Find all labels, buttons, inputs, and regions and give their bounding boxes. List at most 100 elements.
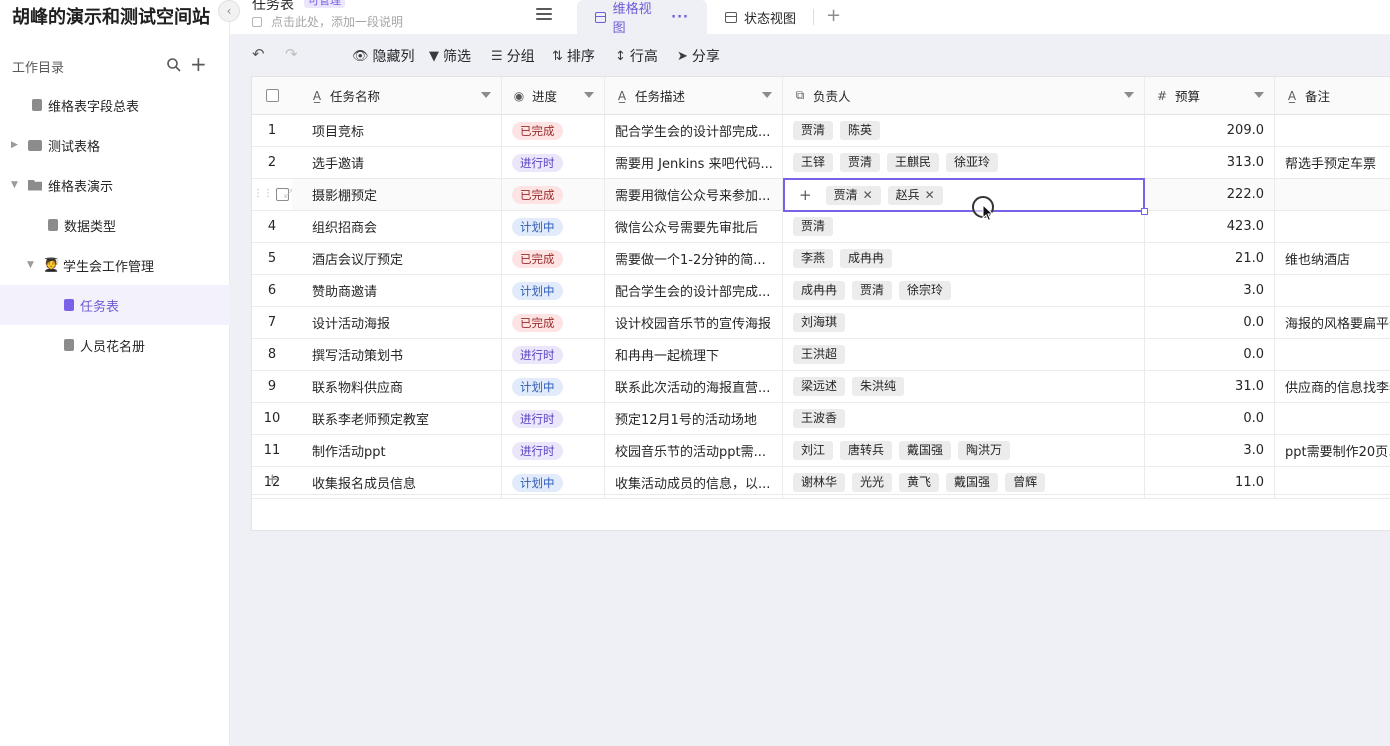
budget-cell[interactable]: 209.0	[1145, 115, 1275, 147]
task-name-cell[interactable]: 组织招商会	[292, 211, 502, 243]
task-desc-cell[interactable]: 联系此次活动的海报直营...	[605, 371, 783, 403]
progress-cell[interactable]: 已完成	[502, 243, 605, 275]
row-index-cell[interactable]: 7	[252, 307, 292, 339]
note-cell[interactable]: 帮选手预定车票	[1275, 147, 1390, 179]
budget-cell[interactable]: 21.0	[1145, 243, 1275, 275]
row-index-cell[interactable]: 4	[252, 211, 292, 243]
add-node-icon[interactable]: +	[190, 52, 207, 76]
collapse-sidebar-button[interactable]: ‹	[218, 0, 240, 22]
add-member-icon[interactable]: +	[799, 186, 812, 204]
task-name-cell[interactable]: 设计活动海报	[292, 307, 502, 339]
select-all-checkbox[interactable]	[265, 89, 279, 102]
group-button[interactable]: ☰ 分组	[491, 46, 535, 66]
hide-columns-button[interactable]: 👁 隐藏列	[352, 46, 415, 66]
sidebar-item-task-table[interactable]: 任务表	[0, 285, 230, 325]
task-desc-cell[interactable]: 设计校园音乐节的宣传海报	[605, 307, 783, 339]
task-name-cell[interactable]: 摄影棚预定	[292, 179, 502, 211]
budget-cell[interactable]: 0.0	[1145, 307, 1275, 339]
owner-cell[interactable]: 成冉冉 贾清 徐宗玲	[783, 275, 1145, 307]
chevron-down-icon[interactable]	[1124, 92, 1134, 98]
redo-icon[interactable]: ↷	[285, 45, 298, 63]
sidebar-item-student-union[interactable]: ▼ 🧑‍🎓 学生会工作管理	[0, 245, 230, 285]
chevron-down-icon[interactable]	[584, 92, 594, 98]
progress-cell[interactable]: 已完成	[502, 307, 605, 339]
remove-member-icon[interactable]: ✕	[863, 188, 873, 202]
task-desc-cell[interactable]: 需要用 Jenkins 来吧代码...	[605, 147, 783, 179]
tab-grid-view[interactable]: 维格视图 ···	[577, 0, 707, 36]
more-icon[interactable]: ···	[671, 10, 689, 25]
sort-button[interactable]: ⇅ 排序	[552, 46, 595, 66]
progress-cell[interactable]: 已完成	[502, 179, 605, 211]
member-tag[interactable]: 贾清 ✕	[825, 185, 881, 205]
owner-cell[interactable]: 贾清	[783, 211, 1145, 243]
note-cell[interactable]	[1275, 403, 1390, 435]
owner-cell[interactable]: 梁远述 朱洪纯	[783, 371, 1145, 403]
caret-right-icon[interactable]: ▶	[11, 140, 21, 150]
row-height-button[interactable]: ↕ 行高	[615, 46, 658, 66]
task-desc-cell[interactable]: 微信公众号需要先审批后	[605, 211, 783, 243]
budget-cell[interactable]: 0.0	[1145, 403, 1275, 435]
sidebar-item-data-types[interactable]: 数据类型	[0, 205, 230, 245]
row-index-cell[interactable]: 9	[252, 371, 292, 403]
task-name-cell[interactable]: 赞助商邀请	[292, 275, 502, 307]
caret-down-icon[interactable]: ▼	[11, 180, 21, 190]
remove-member-icon[interactable]: ✕	[925, 188, 935, 202]
progress-cell[interactable]: 计划中	[502, 371, 605, 403]
caret-down-icon[interactable]: ▼	[27, 260, 37, 270]
task-desc-cell[interactable]: 需要做一个1-2分钟的简...	[605, 243, 783, 275]
owner-cell[interactable]: 刘海琪	[783, 307, 1145, 339]
row-index-cell[interactable]: 2	[252, 147, 292, 179]
chevron-down-icon[interactable]	[481, 92, 491, 98]
owner-cell[interactable]: + 贾清 ✕ 赵兵 ✕	[783, 178, 1145, 212]
row-index-cell[interactable]: 1	[252, 115, 292, 147]
table-title[interactable]: 任务表	[252, 0, 294, 14]
drag-handle-icon[interactable]: ⋮⋮	[253, 188, 273, 199]
progress-cell[interactable]: 已完成	[502, 115, 605, 147]
owner-cell[interactable]: 王波香	[783, 403, 1145, 435]
note-cell[interactable]: 海报的风格要扁平化	[1275, 307, 1390, 339]
progress-cell[interactable]: 进行时	[502, 339, 605, 371]
owner-cell[interactable]: 王铎 贾清 王麒民 徐亚玲	[783, 147, 1145, 179]
menu-icon[interactable]	[536, 8, 552, 22]
sidebar-item-test-tables[interactable]: ▶ 测试表格	[0, 125, 230, 165]
row-index-cell[interactable]: 5	[252, 243, 292, 275]
task-name-cell[interactable]: 撰写活动策划书	[292, 339, 502, 371]
task-desc-cell[interactable]: 预定12月1号的活动场地	[605, 403, 783, 435]
owner-cell[interactable]: 贾清 陈英	[783, 115, 1145, 147]
sidebar-item-roster[interactable]: 人员花名册	[0, 325, 230, 365]
member-tag[interactable]: 赵兵 ✕	[887, 185, 943, 205]
budget-cell[interactable]: 3.0	[1145, 275, 1275, 307]
column-header-name[interactable]: A̲ 任务名称	[292, 77, 502, 115]
tab-status-view[interactable]: 状态视图	[707, 0, 827, 34]
undo-icon[interactable]: ↶	[252, 45, 265, 63]
row-index-cell[interactable]: 8	[252, 339, 292, 371]
column-header-owner[interactable]: ⧉ 负责人	[783, 77, 1145, 115]
budget-cell[interactable]: 423.0	[1145, 211, 1275, 243]
space-title[interactable]: 胡峰的演示和测试空间站	[12, 3, 210, 29]
task-name-cell[interactable]: 联系物料供应商	[292, 371, 502, 403]
select-all-cell[interactable]	[252, 77, 292, 115]
chevron-down-icon[interactable]	[762, 92, 772, 98]
filter-button[interactable]: ▼ 筛选	[429, 46, 471, 66]
budget-cell[interactable]: 313.0	[1145, 147, 1275, 179]
owner-cell[interactable]: 王洪超	[783, 339, 1145, 371]
progress-cell[interactable]: 进行时	[502, 147, 605, 179]
note-cell[interactable]	[1275, 211, 1390, 243]
budget-cell[interactable]: 31.0	[1145, 371, 1275, 403]
sidebar-item-field-summary[interactable]: 维格表字段总表	[0, 85, 230, 125]
note-cell[interactable]	[1275, 339, 1390, 371]
column-header-desc[interactable]: A̲ 任务描述	[605, 77, 783, 115]
progress-cell[interactable]: 计划中	[502, 275, 605, 307]
task-name-cell[interactable]: 选手邀请	[292, 147, 502, 179]
progress-cell[interactable]: 计划中	[502, 211, 605, 243]
row-index-cell[interactable]: 6	[252, 275, 292, 307]
note-cell[interactable]	[1275, 179, 1390, 211]
task-desc-cell[interactable]: 配合学生会的设计部完成...	[605, 275, 783, 307]
add-view-icon[interactable]: +	[826, 5, 841, 26]
search-icon[interactable]	[166, 57, 182, 73]
task-name-cell[interactable]: 联系李老师预定教室	[292, 403, 502, 435]
task-name-cell[interactable]: 酒店会议厅预定	[292, 243, 502, 275]
task-desc-cell[interactable]: 配合学生会的设计部完成...	[605, 115, 783, 147]
budget-cell[interactable]: 222.0	[1145, 179, 1275, 211]
fill-handle[interactable]	[1141, 208, 1148, 215]
